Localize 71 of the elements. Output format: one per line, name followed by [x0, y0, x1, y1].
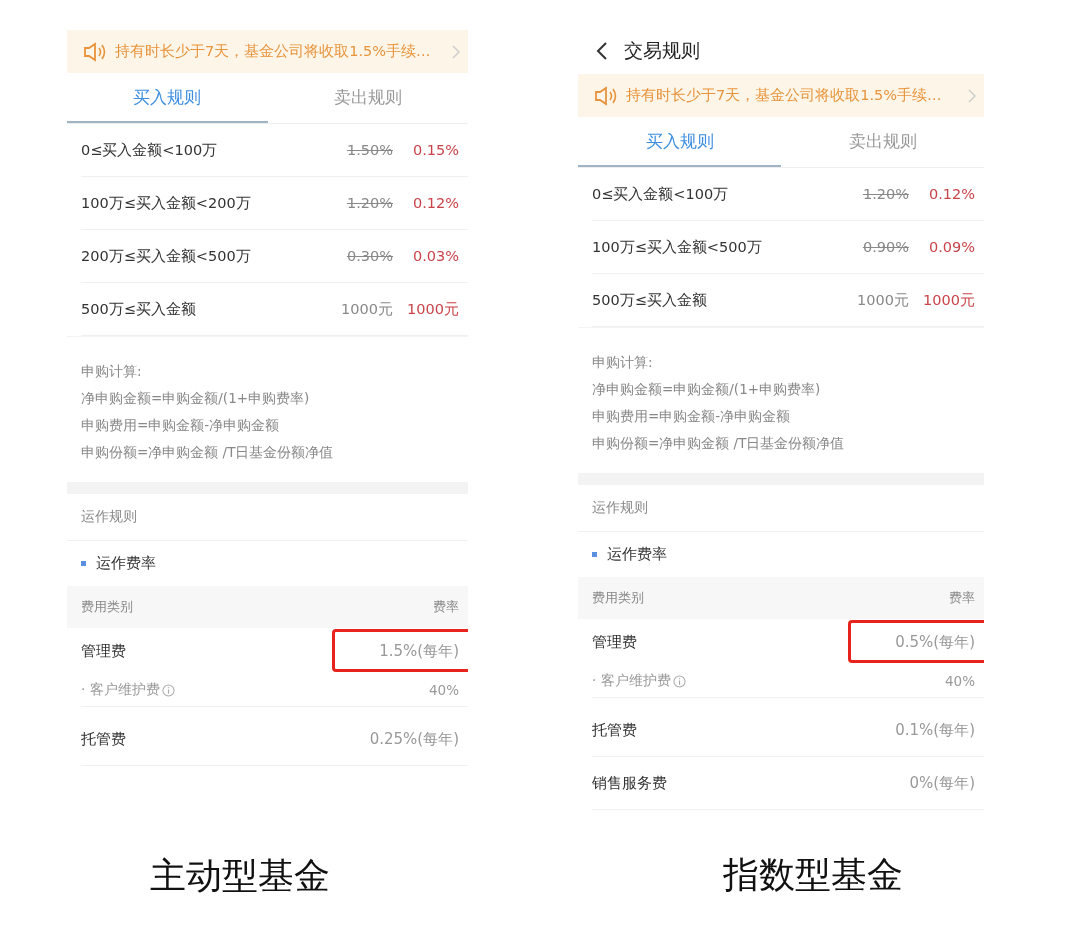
fee-name: 管理费 — [592, 632, 637, 652]
column-header: 费用类别 — [81, 598, 133, 616]
notice-text: 持有时长少于7天，基金公司将收取1.5%手续… — [115, 42, 432, 61]
fee-rate: 0.5%(每年) — [895, 632, 975, 651]
notice-bar[interactable]: 持有时长少于7天，基金公司将收取1.5%手续… — [578, 74, 984, 117]
column-header: 费率 — [433, 598, 459, 616]
section-title: 运作规则 — [592, 499, 648, 517]
amount-range: 500万≤买入金额 — [592, 290, 708, 310]
discount-rate: 1000元 — [406, 299, 459, 319]
chevron-right-icon — [968, 88, 976, 103]
fee-name: 管理费 — [81, 641, 126, 661]
tab[interactable]: 卖出规则 — [267, 73, 468, 123]
formula-text: 净申购金额=申购金额/(1+申购费率) — [592, 381, 822, 399]
fee-name: 销售服务费 — [592, 773, 667, 793]
back-icon[interactable] — [596, 41, 608, 61]
tab[interactable]: 买入规则 — [67, 73, 268, 123]
original-rate: 0.30% — [345, 248, 393, 264]
speaker-icon — [594, 85, 618, 106]
calc-heading: 申购计算: — [81, 363, 143, 381]
subsection-title: 运作费率 — [96, 554, 156, 573]
chevron-right-icon — [452, 44, 460, 59]
subsection-title: 运作费率 — [607, 545, 667, 564]
amount-range: 200万≤买入金额<500万 — [81, 246, 252, 266]
bullet-icon — [592, 552, 597, 557]
page-title: 交易规则 — [624, 38, 700, 63]
original-rate: 1.20% — [861, 186, 909, 202]
tab[interactable]: 买入规则 — [578, 117, 781, 167]
fee-rate: 40% — [429, 682, 459, 698]
discount-rate: 0.12% — [411, 195, 459, 211]
original-rate: 1.50% — [345, 142, 393, 158]
discount-rate: 0.15% — [411, 142, 459, 158]
discount-rate: 0.12% — [927, 186, 975, 202]
fee-name: · 客户维护费 — [81, 681, 160, 699]
amount-range: 500万≤买入金额 — [81, 299, 197, 319]
column-header: 费用类别 — [592, 589, 644, 607]
amount-range: 0≤买入金额<100万 — [592, 184, 730, 204]
caption: 指数型基金 — [723, 854, 903, 895]
fee-rate: 1.5%(每年) — [379, 641, 459, 660]
calc-heading: 申购计算: — [592, 354, 654, 372]
notice-bar[interactable]: 持有时长少于7天，基金公司将收取1.5%手续… — [67, 30, 468, 73]
fee-rate: 0%(每年) — [909, 773, 975, 792]
original-rate: 1.20% — [345, 195, 393, 211]
tab[interactable]: 卖出规则 — [781, 117, 984, 167]
discount-rate: 0.09% — [927, 239, 975, 255]
amount-range: 100万≤买入金额<500万 — [592, 237, 763, 257]
bullet-icon — [81, 561, 86, 566]
formula-text: 申购费用=申购金额-净申购金额 — [81, 417, 281, 435]
original-rate: 1000元 — [856, 290, 909, 310]
formula-text: 申购份额=净申购金额 /T日基金份额净值 — [592, 435, 846, 453]
original-rate: 1000元 — [340, 299, 393, 319]
fee-name: 托管费 — [81, 729, 126, 749]
fee-name: · 客户维护费 — [592, 672, 671, 690]
column-header: 费率 — [949, 589, 975, 607]
notice-text: 持有时长少于7天，基金公司将收取1.5%手续… — [626, 86, 943, 105]
fee-name: 托管费 — [592, 720, 637, 740]
fee-rate: 0.25%(每年) — [369, 729, 459, 748]
fee-rate: 0.1%(每年) — [895, 720, 975, 739]
formula-text: 净申购金额=申购金额/(1+申购费率) — [81, 390, 311, 408]
discount-rate: 1000元 — [922, 290, 975, 310]
caption: 主动型基金 — [150, 855, 330, 896]
amount-range: 100万≤买入金额<200万 — [81, 193, 252, 213]
info-icon[interactable] — [161, 683, 175, 697]
speaker-icon — [83, 41, 107, 62]
info-icon[interactable] — [672, 674, 686, 688]
formula-text: 申购份额=净申购金额 /T日基金份额净值 — [81, 444, 335, 462]
fee-rate: 40% — [945, 673, 975, 689]
amount-range: 0≤买入金额<100万 — [81, 140, 219, 160]
formula-text: 申购费用=申购金额-净申购金额 — [592, 408, 792, 426]
section-title: 运作规则 — [81, 508, 137, 526]
discount-rate: 0.03% — [411, 248, 459, 264]
original-rate: 0.90% — [861, 239, 909, 255]
